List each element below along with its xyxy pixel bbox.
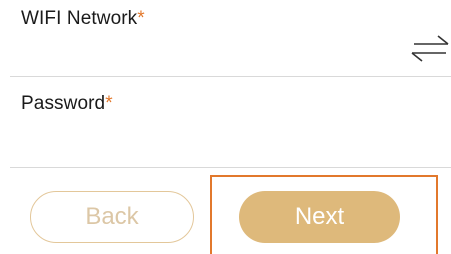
password-input[interactable] [21, 121, 441, 157]
password-label: Password* [21, 93, 113, 115]
password-label-text: Password [21, 93, 106, 114]
wifi-network-label: WIFI Network* [21, 8, 145, 30]
wifi-network-label-text: WIFI Network [21, 8, 138, 29]
divider [10, 167, 451, 168]
wifi-network-input[interactable] [21, 34, 401, 68]
next-button[interactable]: Next [239, 191, 400, 243]
back-button[interactable]: Back [30, 191, 194, 243]
wifi-network-field: WIFI Network* [0, 0, 451, 76]
password-field: Password* [0, 77, 451, 167]
swap-arrows-icon[interactable] [411, 33, 449, 63]
wifi-setup-form: WIFI Network* Password* Back Next [0, 0, 451, 254]
required-star: * [105, 93, 113, 114]
required-star: * [137, 8, 145, 29]
